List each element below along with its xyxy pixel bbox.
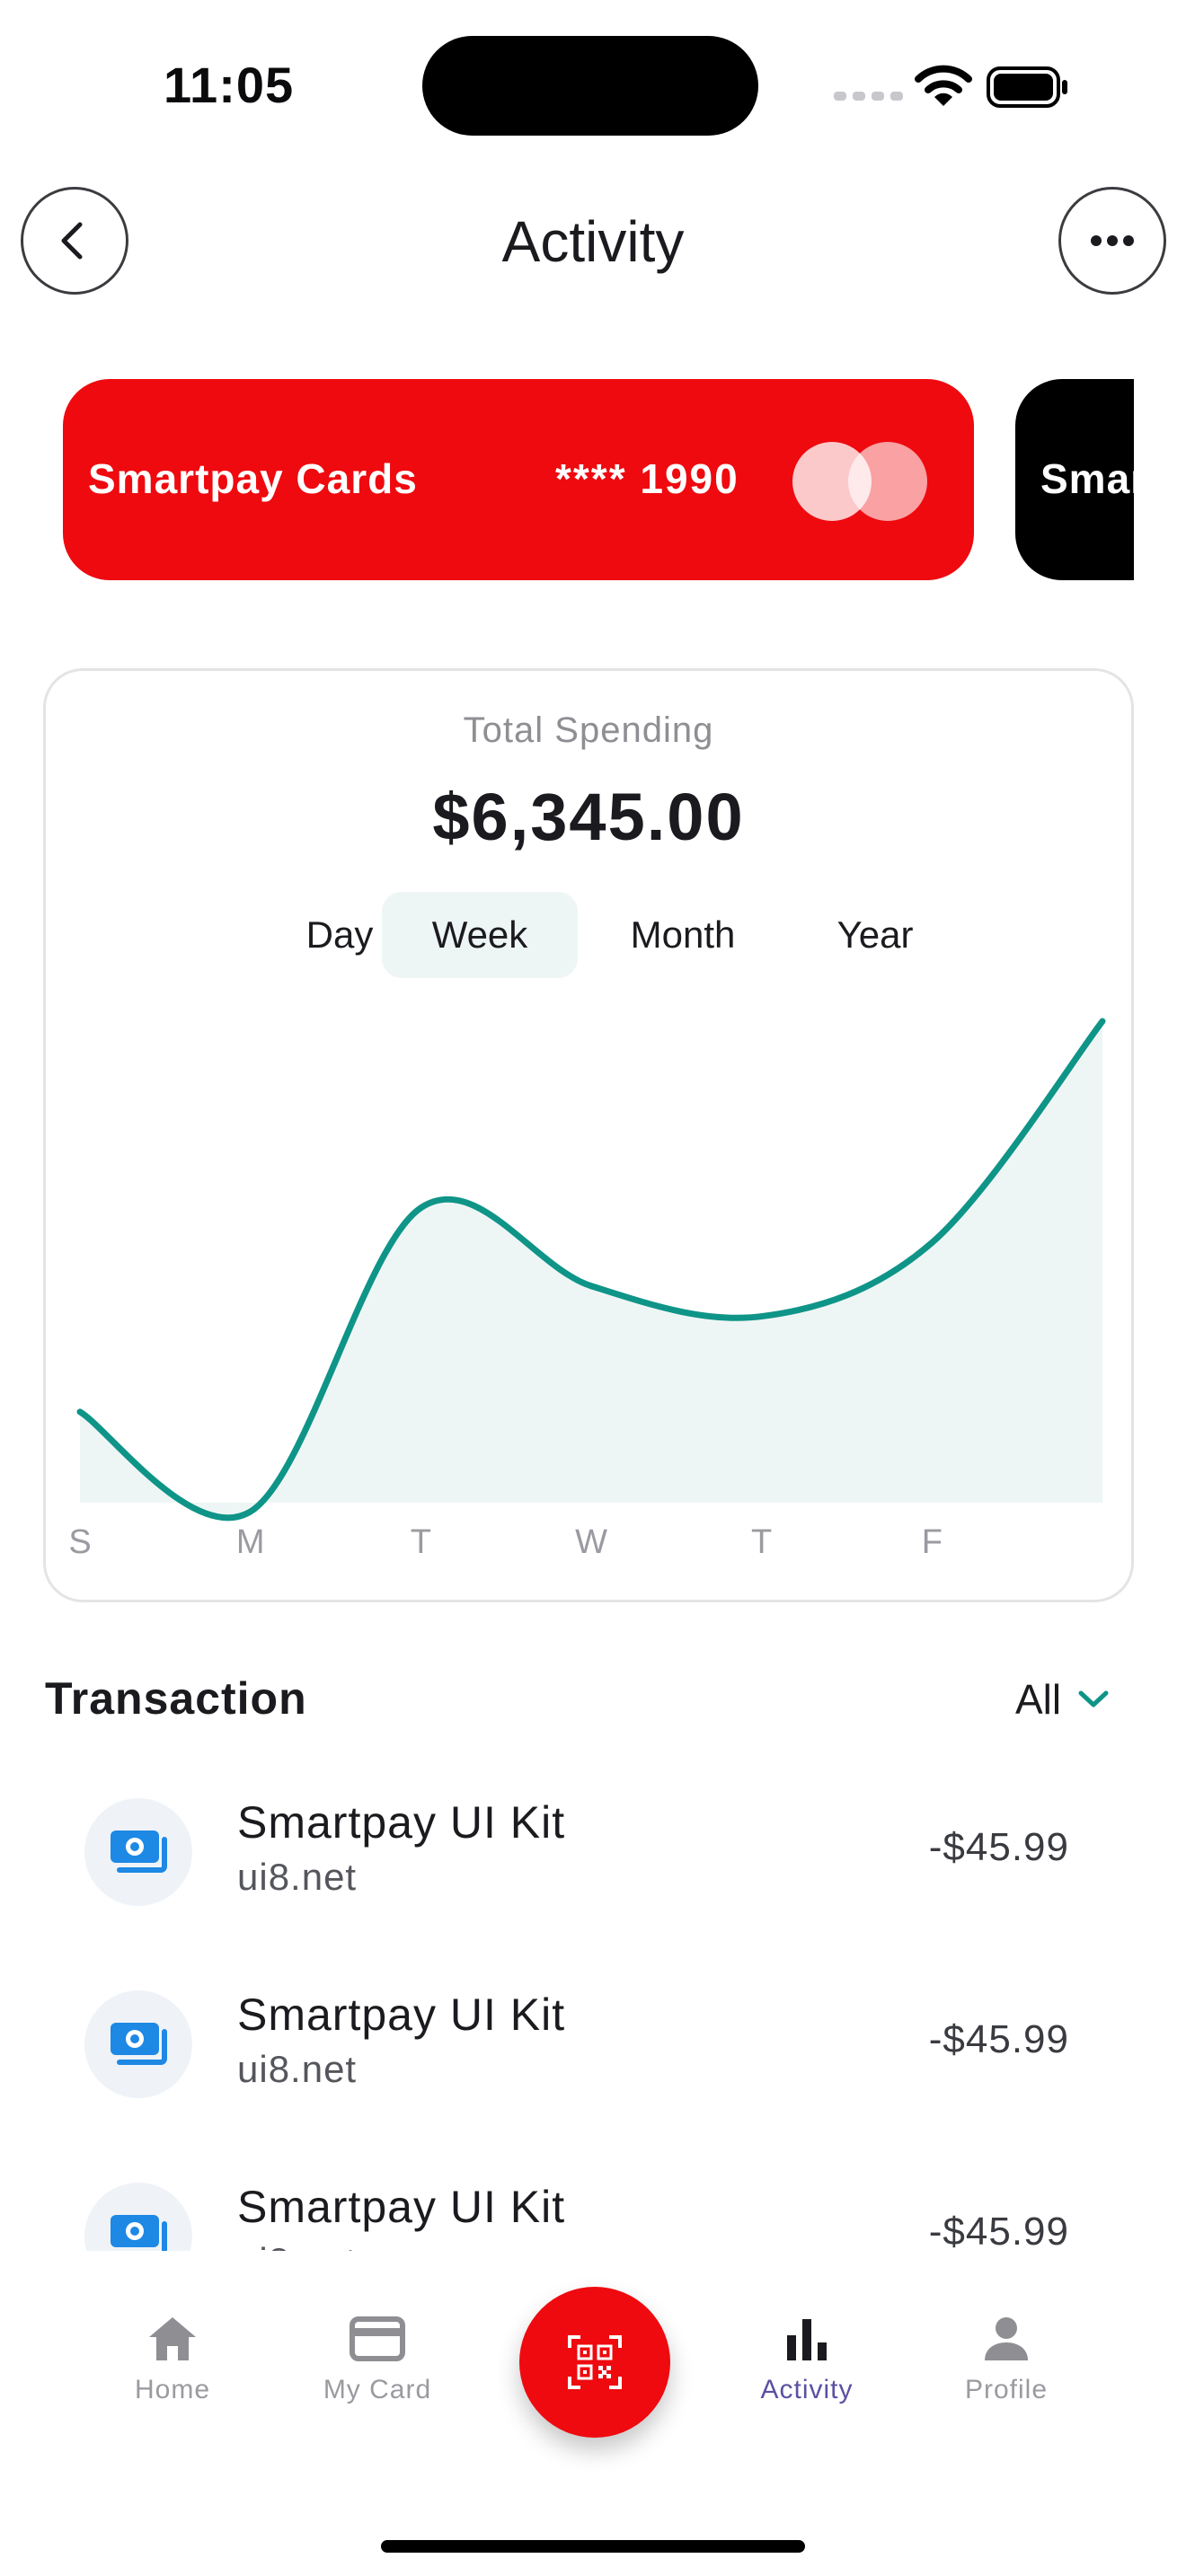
- x-axis-tick-label: F: [922, 1523, 943, 1561]
- cellular-signal-icon: [834, 92, 903, 101]
- filter-label: All: [1015, 1676, 1062, 1723]
- dynamic-island: [422, 36, 758, 136]
- chart-area-fill: [80, 1021, 1102, 1518]
- transaction-subtitle: ui8.net: [237, 2240, 357, 2251]
- bar-chart-icon: [787, 2319, 827, 2360]
- transactions-heading: Transaction: [45, 1673, 307, 1724]
- status-bar: 11:05: [0, 0, 1186, 171]
- transaction-amount: -$45.99: [928, 1825, 1069, 1869]
- transaction-title: Smartpay UI Kit: [237, 2182, 566, 2232]
- transactions-list: Smartpay UI Kit ui8.net -$45.99 Smartpay…: [0, 1760, 1186, 2251]
- x-axis-tick-label: T: [411, 1523, 431, 1561]
- payment-card-next[interactable]: Smartpay Cards: [1015, 379, 1134, 580]
- card-icon: [350, 2316, 405, 2361]
- spending-chart: SMTWTF: [68, 1018, 1106, 1561]
- spending-panel: Total Spending $6,345.00 Day Week Month …: [43, 668, 1134, 1602]
- money-icon: [84, 1798, 192, 1906]
- x-axis-tick-label: T: [751, 1523, 772, 1561]
- nav-item-home[interactable]: Home: [83, 2314, 262, 2405]
- nav-item-activity[interactable]: Activity: [717, 2314, 897, 2405]
- card-name: Smartpay Cards: [88, 455, 418, 502]
- card-name: Smartpay Cards: [1040, 455, 1134, 502]
- battery-icon: [987, 66, 1067, 108]
- transaction-subtitle: ui8.net: [237, 2048, 358, 2090]
- bottom-navigation: Home My Card Activity Profile: [0, 2251, 1186, 2576]
- money-icon: [84, 1990, 192, 2098]
- scan-button[interactable]: [519, 2287, 670, 2438]
- wifi-icon: [915, 65, 972, 106]
- money-icon: [84, 2183, 192, 2251]
- more-horizontal-icon: [1091, 235, 1134, 246]
- transaction-amount: -$45.99: [928, 2210, 1069, 2251]
- nav-item-profile[interactable]: Profile: [916, 2314, 1096, 2405]
- x-axis-tick-label: M: [236, 1523, 265, 1561]
- transaction-subtitle: ui8.net: [237, 1856, 358, 1898]
- more-options-button[interactable]: [1058, 187, 1166, 295]
- nav-item-my-card[interactable]: My Card: [288, 2314, 467, 2405]
- transaction-title: Smartpay UI Kit: [237, 1989, 566, 2040]
- transaction-item[interactable]: Smartpay UI Kit ui8.net -$45.99: [0, 1971, 1186, 2150]
- qr-scan-icon: [568, 2335, 622, 2389]
- transaction-item[interactable]: Smartpay UI Kit ui8.net -$45.99: [0, 1778, 1186, 1958]
- payment-card[interactable]: Smartpay Cards **** 1990: [63, 379, 974, 580]
- nav-label-my-card: My Card: [323, 2375, 432, 2404]
- transaction-title: Smartpay UI Kit: [237, 1797, 566, 1848]
- x-axis-tick-label: S: [68, 1523, 91, 1561]
- home-indicator: [381, 2540, 805, 2553]
- x-axis-tick-label: W: [575, 1523, 607, 1561]
- card-number: **** 1990: [555, 455, 739, 502]
- profile-icon: [985, 2317, 1028, 2360]
- chevron-down-icon: [1078, 1690, 1109, 1707]
- transaction-amount: -$45.99: [928, 2017, 1069, 2061]
- card-network-logo: [792, 442, 929, 521]
- home-icon: [149, 2317, 196, 2360]
- nav-label-activity: Activity: [760, 2375, 854, 2404]
- nav-label-home: Home: [134, 2375, 211, 2404]
- nav-label-profile: Profile: [964, 2375, 1049, 2404]
- transactions-filter-dropdown[interactable]: All: [1015, 1672, 1110, 1726]
- status-time: 11:05: [164, 57, 295, 113]
- transaction-item[interactable]: Smartpay UI Kit ui8.net -$45.99: [0, 2163, 1186, 2251]
- page-title: Activity: [501, 209, 685, 274]
